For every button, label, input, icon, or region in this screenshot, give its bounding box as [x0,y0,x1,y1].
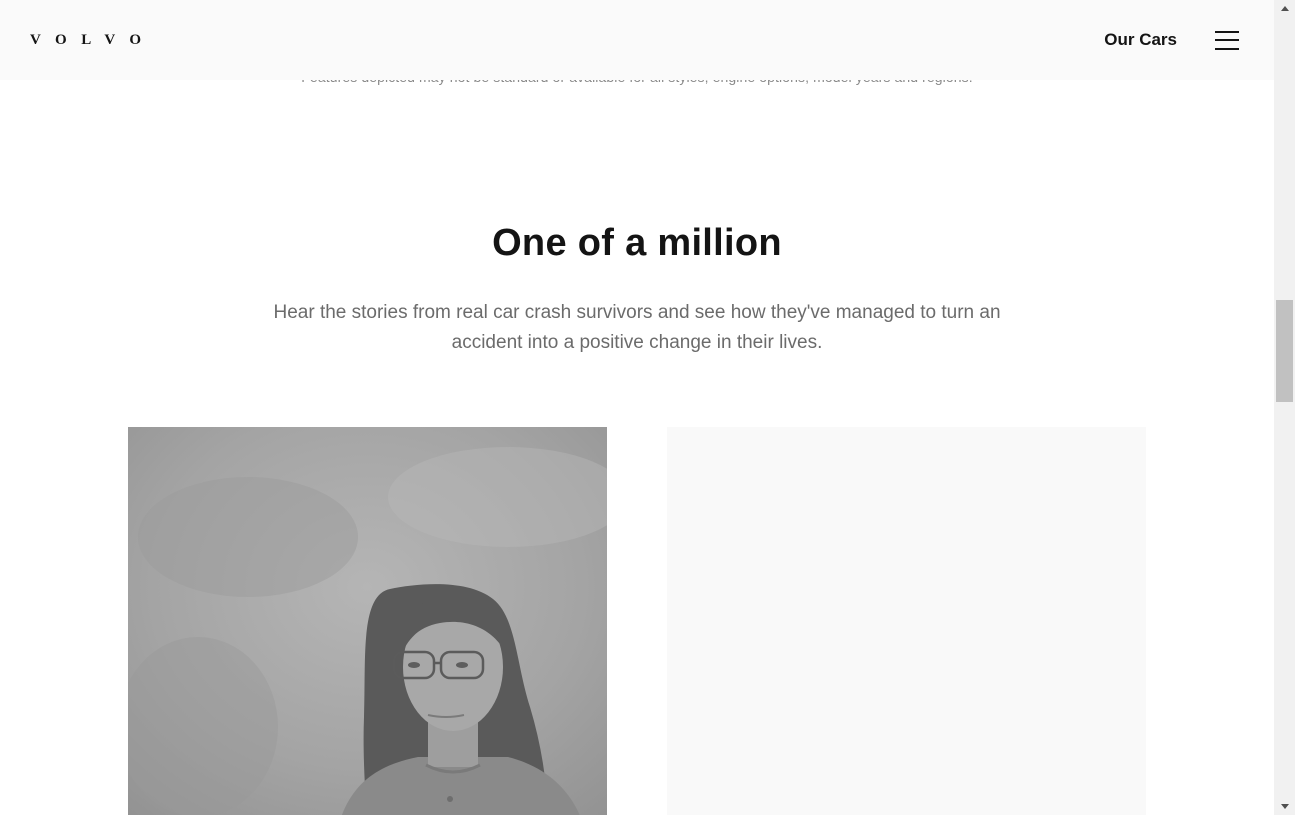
section-description: Hear the stories from real car crash sur… [273,302,1001,353]
menu-line [1215,48,1239,50]
hamburger-menu-icon[interactable] [1215,29,1241,51]
story-card-placeholder[interactable] [667,427,1146,815]
site-header: VOLVO Our Cars [0,0,1274,80]
menu-line [1215,39,1239,41]
section-title: One of a million [492,222,782,264]
portrait-photo [128,427,607,815]
vertical-scrollbar[interactable] [1274,0,1295,815]
scrollbar-thumb[interactable] [1276,300,1293,402]
volvo-logo[interactable]: VOLVO [30,32,156,48]
our-cars-link[interactable]: Our Cars [1104,30,1177,50]
menu-line [1215,31,1239,33]
scroll-up-arrow-icon[interactable] [1274,0,1295,17]
header-nav: Our Cars [1104,29,1241,51]
story-card-portrait[interactable] [128,427,607,815]
page: Features depicted may not be standard or… [0,0,1274,815]
scroll-down-arrow-icon[interactable] [1274,798,1295,815]
